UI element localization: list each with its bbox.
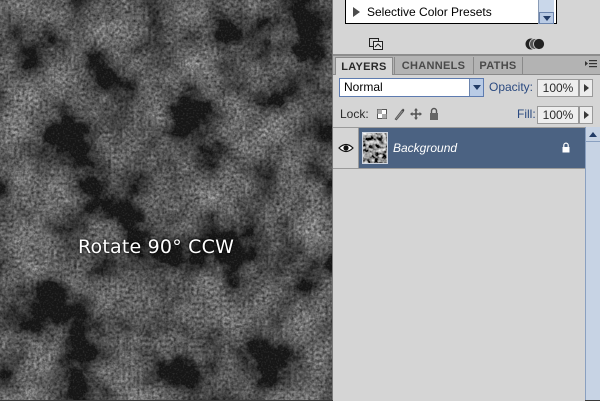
opacity-label: Opacity:: [489, 80, 534, 94]
tab-channels[interactable]: CHANNELS: [394, 57, 472, 74]
layers-list: Background: [333, 127, 585, 401]
fill-slider-arrow-icon[interactable]: [579, 106, 593, 124]
opacity-field[interactable]: 100%: [537, 79, 579, 97]
chevron-down-icon[interactable]: [469, 79, 483, 96]
action-item-selective-color[interactable]: Selective Color Presets: [346, 3, 556, 21]
lock-position-icon[interactable]: [410, 107, 422, 121]
actions-footer: [333, 30, 600, 54]
actions-panel: Selective Color Presets: [333, 0, 600, 56]
cycle-icon[interactable]: [525, 37, 545, 51]
eye-icon[interactable]: [337, 142, 354, 154]
blend-mode-value: Normal: [344, 80, 383, 94]
layer-name[interactable]: Background: [393, 141, 457, 155]
blend-options-row: Normal Opacity: 100%: [333, 77, 600, 99]
lock-transparent-icon[interactable]: [376, 107, 388, 121]
action-item-label: Selective Color Presets: [367, 5, 492, 19]
layer-divider: [333, 168, 585, 169]
document-canvas[interactable]: Rotate 90° CCW: [0, 0, 332, 400]
new-snapshot-icon[interactable]: [369, 38, 383, 50]
actions-list: Selective Color Presets: [345, 0, 557, 24]
tab-layers[interactable]: LAYERS: [335, 57, 393, 75]
layer-row-background[interactable]: Background: [333, 128, 585, 169]
lock-label: Lock:: [340, 107, 369, 121]
blend-mode-select[interactable]: Normal: [339, 78, 484, 97]
layer-lock-icon: [562, 142, 570, 153]
layer-visibility-toggle[interactable]: [333, 128, 359, 168]
lock-row: Lock: Fill: 100%: [333, 104, 600, 126]
actions-scrollbar[interactable]: [538, 0, 554, 24]
layer-thumbnail: [362, 132, 388, 164]
layer-selected-highlight[interactable]: Background: [359, 128, 585, 168]
docked-panels: Selective Color Presets LAYERS CHANNELS …: [332, 0, 600, 401]
panel-menu-icon[interactable]: [585, 59, 597, 69]
lock-image-icon[interactable]: [393, 107, 405, 121]
lock-all-icon[interactable]: [428, 107, 440, 121]
tab-paths[interactable]: PATHS: [473, 57, 523, 74]
opacity-slider-arrow-icon[interactable]: [579, 79, 593, 97]
layers-scrollbar[interactable]: [585, 127, 600, 400]
scroll-down-arrow-icon[interactable]: [539, 12, 554, 24]
fill-field[interactable]: 100%: [537, 106, 579, 124]
fill-label: Fill:: [517, 107, 536, 121]
layers-panel-tabs: LAYERS CHANNELS PATHS: [333, 56, 600, 75]
rock-texture-image: [0, 0, 332, 400]
canvas-caption: Rotate 90° CCW: [78, 236, 235, 258]
scroll-up-arrow-icon[interactable]: [586, 127, 600, 142]
expand-triangle-icon[interactable]: [353, 7, 360, 17]
